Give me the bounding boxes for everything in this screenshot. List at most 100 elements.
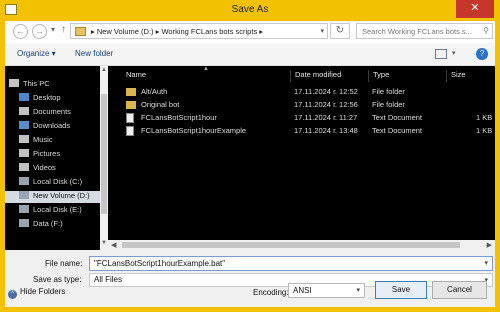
encoding-label: Encoding: bbox=[253, 288, 289, 297]
sidebar-item-documents[interactable]: Documents bbox=[19, 107, 71, 119]
chevron-up-icon: ^ bbox=[8, 290, 17, 299]
scroll-down-arrow-icon[interactable]: ▼ bbox=[101, 240, 107, 246]
chevron-down-icon[interactable]: ▾ bbox=[484, 259, 488, 267]
desktop-icon bbox=[19, 93, 29, 101]
sidebar-item-label: Videos bbox=[33, 163, 56, 172]
file-list: ▲ Name Date modified Type Size Alt/Auth … bbox=[108, 66, 495, 240]
file-size: 1 KB bbox=[476, 113, 493, 122]
title-bar: Save As ✕ bbox=[0, 0, 500, 21]
file-type: Text Document bbox=[372, 113, 423, 122]
sidebar-item-local-disk-e[interactable]: Local Disk (E:) bbox=[19, 205, 82, 217]
sidebar-item-this-pc[interactable]: This PC bbox=[9, 79, 50, 91]
drive-icon bbox=[19, 177, 29, 185]
drive-icon bbox=[19, 205, 29, 213]
sidebar-item-label: Data (F:) bbox=[33, 219, 63, 228]
sidebar-item-data-f[interactable]: Data (F:) bbox=[19, 219, 63, 231]
search-icon[interactable]: ⚲ bbox=[483, 26, 489, 35]
file-date: 17.11.2024 г. 13:48 bbox=[294, 126, 358, 135]
address-bar[interactable]: ▸ New Volume (D:) ▸ Working FCLans bots … bbox=[70, 23, 328, 39]
file-row[interactable]: FCLansBotScript1hour 17.11.2024 г. 11:27… bbox=[108, 111, 495, 124]
window-title: Save As bbox=[231, 4, 269, 15]
file-row[interactable]: Original bot 17.11.2024 г. 12:56 File fo… bbox=[108, 98, 495, 111]
file-name-field[interactable]: "FCLansBotScript1hourExample.bat" ▾ bbox=[89, 256, 493, 271]
view-options-dropdown[interactable]: ▾ bbox=[452, 49, 456, 57]
sidebar-item-label: Music bbox=[33, 135, 53, 144]
file-name: Original bot bbox=[141, 100, 180, 109]
horizontal-scrollbar[interactable]: ◀ ▶ bbox=[108, 240, 495, 250]
file-row[interactable]: FCLansBotScript1hourExample 17.11.2024 г… bbox=[108, 124, 495, 137]
new-folder-button[interactable]: New folder bbox=[75, 49, 113, 58]
address-dropdown-button[interactable]: ▾ bbox=[320, 27, 324, 35]
column-header-size[interactable]: Size bbox=[446, 70, 495, 82]
file-date: 17.11.2024 г. 11:27 bbox=[294, 113, 358, 122]
search-placeholder: Search Working FCLans bots s... bbox=[362, 27, 472, 36]
scroll-right-arrow-icon[interactable]: ▶ bbox=[487, 241, 492, 249]
drive-icon bbox=[19, 191, 29, 199]
column-header-name[interactable]: Name bbox=[122, 70, 290, 82]
column-header-type[interactable]: Type bbox=[368, 70, 446, 82]
folder-icon bbox=[126, 88, 136, 96]
sidebar-item-pictures[interactable]: Pictures bbox=[19, 149, 60, 161]
cancel-button[interactable]: Cancel bbox=[432, 281, 487, 299]
sidebar-item-label: Downloads bbox=[33, 121, 71, 130]
file-type: File folder bbox=[372, 87, 405, 96]
sidebar-item-downloads[interactable]: Downloads bbox=[19, 121, 70, 133]
sidebar-item-label: Documents bbox=[33, 107, 71, 116]
save-button[interactable]: Save bbox=[375, 281, 427, 299]
chevron-down-icon[interactable]: ▾ bbox=[356, 286, 360, 294]
sidebar-item-desktop[interactable]: Desktop bbox=[19, 93, 61, 105]
text-document-icon bbox=[126, 126, 134, 136]
sidebar-item-videos[interactable]: Videos bbox=[19, 163, 56, 175]
file-row[interactable]: Alt/Auth 17.11.2024 г. 12:52 File folder bbox=[108, 85, 495, 98]
organize-button[interactable]: Organize ▾ bbox=[17, 49, 56, 58]
documents-icon bbox=[19, 107, 29, 115]
view-options-icon[interactable] bbox=[435, 49, 447, 59]
file-date: 17.11.2024 г. 12:56 bbox=[294, 100, 358, 109]
text-document-icon bbox=[126, 113, 134, 123]
sidebar-item-label: This PC bbox=[23, 79, 50, 88]
recent-locations-dropdown[interactable]: ▾ bbox=[51, 25, 55, 34]
close-button[interactable]: ✕ bbox=[456, 0, 494, 18]
scroll-up-arrow-icon[interactable]: ▲ bbox=[101, 67, 107, 73]
scrollbar-thumb[interactable] bbox=[122, 242, 460, 248]
computer-icon bbox=[9, 79, 19, 87]
search-input[interactable]: Search Working FCLans bots s... ⚲ bbox=[356, 23, 493, 39]
dialog-body: ← → ▾ ↑ ▸ New Volume (D:) ▸ Working FCLa… bbox=[5, 21, 495, 307]
downloads-icon bbox=[19, 121, 29, 129]
sidebar-item-new-volume-d[interactable]: New Volume (D:) bbox=[5, 191, 100, 203]
folder-icon bbox=[126, 101, 136, 109]
videos-icon bbox=[19, 163, 29, 171]
save-as-type-label: Save as type: bbox=[33, 275, 82, 284]
sidebar-item-label: Local Disk (C:) bbox=[33, 177, 83, 186]
file-name-value: "FCLansBotScript1hourExample.bat" bbox=[94, 259, 226, 268]
music-icon bbox=[19, 135, 29, 143]
file-size: 1 KB bbox=[476, 126, 493, 135]
up-button[interactable]: ↑ bbox=[61, 24, 66, 35]
file-type: Text Document bbox=[372, 126, 423, 135]
folder-icon bbox=[75, 27, 86, 36]
file-name: Alt/Auth bbox=[141, 87, 168, 96]
file-name-label: File name: bbox=[45, 259, 83, 268]
pictures-icon bbox=[19, 149, 29, 157]
refresh-button[interactable]: ↻ bbox=[330, 23, 350, 39]
sidebar-item-label: Pictures bbox=[33, 149, 61, 158]
encoding-value: ANSI bbox=[293, 286, 312, 295]
command-toolbar: Organize ▾ New folder ▾ ? bbox=[5, 43, 495, 66]
scrollbar-thumb[interactable] bbox=[101, 94, 107, 214]
sidebar-item-local-disk-c[interactable]: Local Disk (C:) bbox=[19, 177, 82, 189]
column-header-date-modified[interactable]: Date modified bbox=[290, 70, 368, 82]
help-icon[interactable]: ? bbox=[476, 48, 488, 60]
encoding-select[interactable]: ANSI ▾ bbox=[288, 283, 365, 298]
back-button[interactable]: ← bbox=[13, 24, 28, 39]
hide-folders-button[interactable]: ^ Hide Folders bbox=[8, 287, 65, 299]
sidebar-item-music[interactable]: Music bbox=[19, 135, 53, 147]
file-name: FCLansBotScript1hourExample bbox=[141, 126, 247, 135]
sidebar-item-label: Local Disk (E:) bbox=[33, 205, 82, 214]
forward-button[interactable]: → bbox=[32, 24, 47, 39]
drive-icon bbox=[19, 219, 29, 227]
navigation-scrollbar[interactable]: ▲ ▼ bbox=[100, 66, 108, 250]
hide-folders-label: Hide Folders bbox=[20, 287, 66, 296]
scroll-left-arrow-icon[interactable]: ◀ bbox=[111, 241, 116, 249]
breadcrumb[interactable]: ▸ New Volume (D:) ▸ Working FCLans bots … bbox=[91, 27, 263, 36]
save-as-type-value: All Files bbox=[94, 275, 123, 284]
